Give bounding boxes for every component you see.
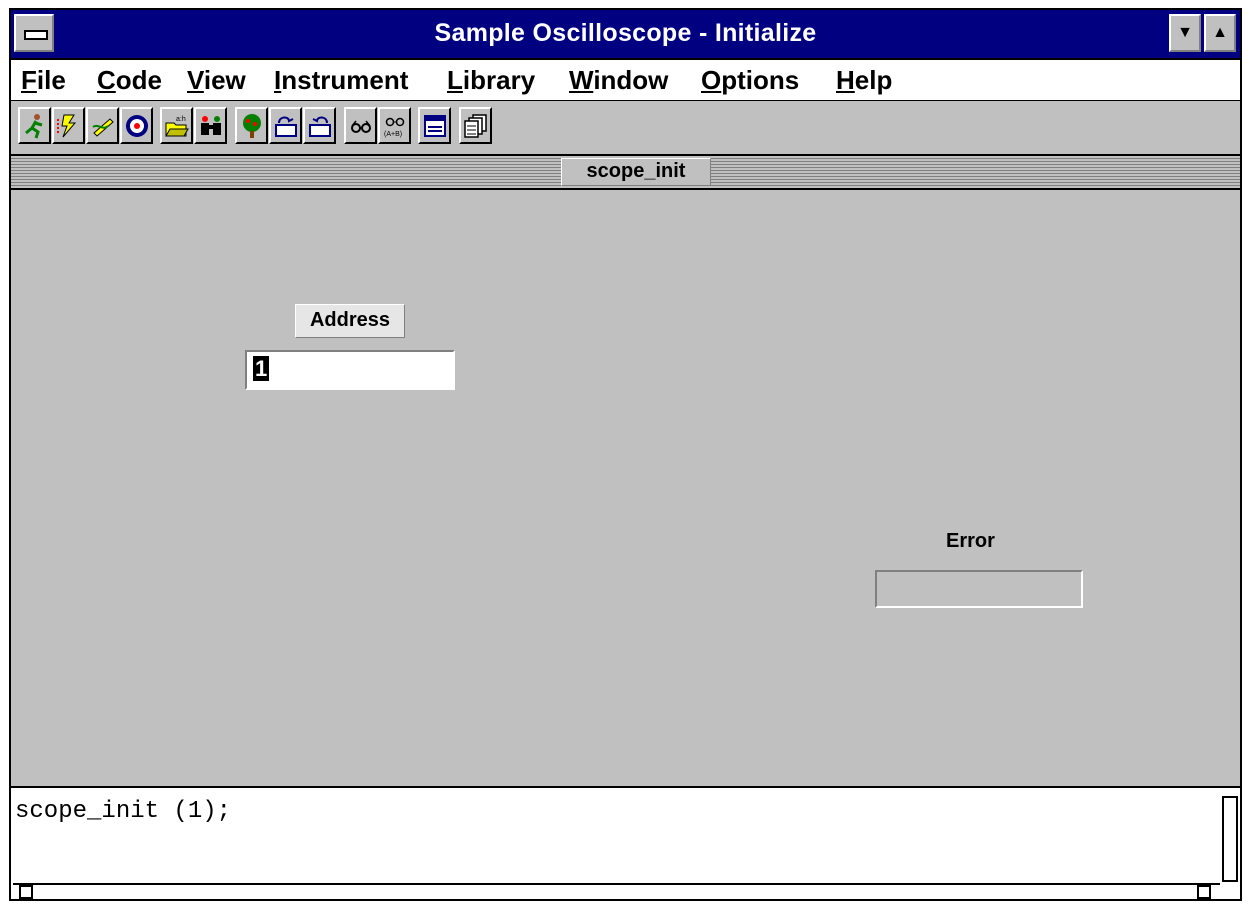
scroll-left-handle[interactable] [19, 885, 33, 899]
window-title: Sample Oscilloscope - Initialize [434, 19, 817, 47]
menu-library[interactable]: Library [447, 65, 535, 96]
panel-up-icon [274, 116, 297, 137]
run-icon [24, 113, 42, 138]
panel-down-icon [308, 116, 331, 137]
svg-text:a:h: a:h [176, 116, 186, 123]
tree-button[interactable] [235, 107, 268, 144]
tree-icon [242, 113, 261, 138]
menu-code[interactable]: Code [97, 65, 162, 96]
open-folder-icon: a:h [164, 116, 189, 136]
address-label: Address [295, 304, 405, 338]
svg-text:(A+B): (A+B) [384, 131, 402, 138]
menu-instrument[interactable]: Instrument [274, 65, 408, 96]
window-icon [423, 114, 446, 137]
main-window: Sample Oscilloscope - Initialize ▼ ▲ Fil… [9, 8, 1242, 901]
menu-window[interactable]: Window [569, 65, 668, 96]
menu-view[interactable]: View [187, 65, 246, 96]
binoculars-icon [200, 115, 221, 135]
target-icon [125, 114, 148, 137]
open-button[interactable]: a:h [160, 107, 193, 144]
vertical-scrollbar[interactable] [1222, 796, 1238, 882]
panel-caption-label: scope_init [561, 158, 711, 186]
lightning-icon [56, 114, 76, 137]
address-input[interactable]: 1 [245, 350, 455, 390]
menu-bar: File Code View Instrument Library Window… [11, 60, 1240, 101]
error-indicator [875, 570, 1083, 608]
error-label: Error [946, 530, 995, 552]
menu-help[interactable]: Help [836, 65, 892, 96]
cascade-button[interactable] [459, 107, 492, 144]
watch-expression-button[interactable]: (A+B) [378, 107, 411, 144]
watch-button[interactable] [344, 107, 377, 144]
minimize-button[interactable]: ▼ [1169, 14, 1201, 52]
toolbar: a:h (A+B) [11, 101, 1240, 156]
panel-down-button[interactable] [303, 107, 336, 144]
menu-file[interactable]: File [21, 65, 66, 96]
panel-caption: scope_init [11, 156, 1240, 190]
handwrite-button[interactable] [86, 107, 119, 144]
window-button[interactable] [418, 107, 451, 144]
title-bar[interactable]: Sample Oscilloscope - Initialize ▼ ▲ [11, 10, 1240, 60]
find-button[interactable] [194, 107, 227, 144]
triangle-up-icon: ▲ [1212, 24, 1228, 41]
target-button[interactable] [120, 107, 153, 144]
menu-options[interactable]: Options [701, 65, 799, 96]
scroll-right-handle[interactable] [1197, 885, 1211, 899]
glasses-ab-icon: (A+B) [384, 117, 404, 138]
horizontal-scrollbar[interactable] [13, 883, 1220, 899]
lightning-button[interactable] [52, 107, 85, 144]
address-value: 1 [253, 356, 270, 381]
glasses-icon [350, 120, 371, 133]
cascade-icon [463, 113, 487, 138]
panel-up-button[interactable] [269, 107, 302, 144]
maximize-button[interactable]: ▲ [1204, 14, 1236, 52]
generated-code-line: scope_init (1); [15, 798, 232, 825]
run-button[interactable] [18, 107, 51, 144]
triangle-down-icon: ▼ [1177, 24, 1193, 41]
generated-code-pane[interactable]: scope_init (1); [11, 788, 1240, 899]
hand-write-icon [91, 117, 114, 137]
function-panel: Address 1 Error [11, 190, 1240, 788]
